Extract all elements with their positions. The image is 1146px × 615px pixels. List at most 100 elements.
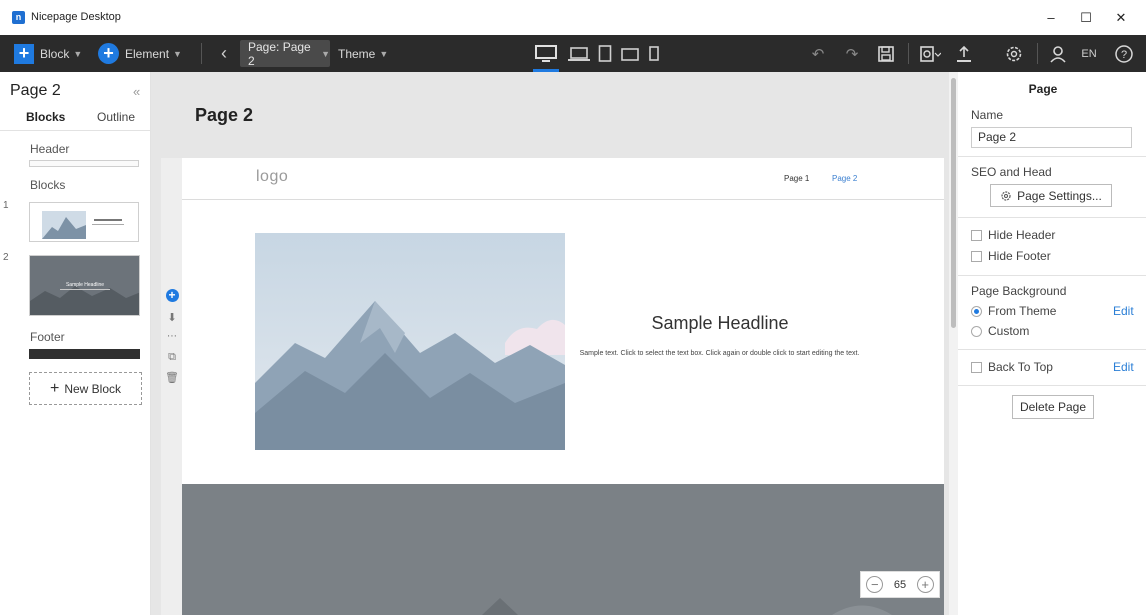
delete-page-button[interactable]: Delete Page [1012, 395, 1094, 419]
back-to-top-checkbox[interactable] [971, 362, 982, 373]
section-divider [958, 217, 1146, 218]
redo-icon[interactable]: ↷ [842, 41, 862, 66]
tablet-landscape-view-icon[interactable] [619, 41, 641, 66]
settings-gear-icon[interactable] [1003, 41, 1025, 66]
close-button[interactable]: ✕ [1110, 9, 1132, 27]
maximize-button[interactable]: ☐ [1075, 9, 1097, 27]
section-divider [958, 156, 1146, 157]
custom-background-radio[interactable] [971, 326, 982, 337]
block-number: 1 [3, 200, 9, 211]
page-name-field[interactable]: Page 2 [971, 127, 1132, 148]
from-theme-label: From Theme [988, 304, 1057, 318]
page-settings-label: Page Settings... [1017, 188, 1102, 203]
theme-menu[interactable]: Theme ▼ [338, 35, 388, 72]
add-block-button[interactable]: + Block ▼ [14, 35, 82, 72]
zoom-out-icon[interactable]: − [866, 576, 884, 593]
title-bar: n Nicepage Desktop – ☐ ✕ [0, 0, 1146, 35]
hero-mountain-image[interactable] [255, 233, 565, 450]
blocks-panel: Page 2 « Blocks Outline Header Blocks 1 … [0, 72, 151, 615]
nav-link-page-1[interactable]: Page 1 [784, 174, 809, 183]
page-settings-button[interactable]: Page Settings... [990, 184, 1112, 207]
add-block-icon: + [14, 43, 34, 64]
toolbar-divider [908, 43, 909, 64]
svg-text:?: ? [1121, 49, 1127, 61]
section-divider [958, 385, 1146, 386]
minimize-button[interactable]: – [1040, 9, 1062, 27]
chevron-down-icon: ▼ [321, 48, 330, 59]
move-down-icon[interactable]: ⬇ [163, 311, 181, 324]
page-preview[interactable]: logo Page 1 Page 2 Sample Headline Sampl… [182, 158, 944, 615]
section-divider [958, 349, 1146, 350]
site-header[interactable]: logo Page 1 Page 2 [182, 158, 944, 200]
background-edit-link[interactable]: Edit [1113, 304, 1134, 318]
tablet-view-icon[interactable] [597, 41, 613, 66]
back-arrow-icon[interactable]: ‹ [214, 41, 234, 66]
page-properties-panel: Page Name Page 2 SEO and Head Page Setti… [958, 72, 1146, 615]
add-element-label: Element [125, 46, 170, 61]
seo-head-label: SEO and Head [971, 165, 1052, 179]
scrollbar-thumb[interactable] [951, 78, 956, 328]
window-title: Nicepage Desktop [31, 11, 121, 23]
duplicate-icon[interactable]: ⧉ [163, 351, 181, 364]
block-1-thumbnail[interactable] [29, 202, 139, 242]
footer-section-label: Footer [30, 330, 65, 344]
save-icon[interactable] [876, 41, 896, 66]
add-element-icon: + [98, 43, 119, 64]
back-to-top-edit-link[interactable]: Edit [1113, 360, 1134, 374]
properties-title: Page [1028, 82, 1058, 96]
page-background-label: Page Background [971, 284, 1067, 298]
hero-headline[interactable]: Sample Headline [565, 313, 875, 334]
hide-header-checkbox[interactable] [971, 230, 982, 241]
publish-icon[interactable] [953, 41, 975, 66]
theme-menu-label: Theme [338, 46, 376, 61]
canvas-scrollbar[interactable] [949, 72, 958, 615]
zoom-in-icon[interactable]: + [916, 576, 934, 593]
chevron-down-icon: ▼ [173, 48, 182, 59]
block-number: 2 [3, 252, 9, 263]
blocks-section-label: Blocks [30, 178, 66, 192]
chevron-down-icon: ▼ [73, 48, 83, 59]
add-element-button[interactable]: + Element ▼ [98, 35, 182, 72]
hide-footer-checkbox[interactable] [971, 251, 982, 262]
custom-background-label: Custom [988, 324, 1030, 338]
footer-thumbnail[interactable] [29, 349, 140, 359]
block-2-thumb-headline: Sample Headline [66, 282, 104, 288]
canvas-page-title: Page 2 [195, 105, 254, 125]
hide-header-label: Hide Header [988, 228, 1056, 242]
new-block-label: New Block [64, 381, 122, 396]
zoom-control: − 65 + [860, 571, 940, 598]
preview-icon[interactable] [918, 41, 942, 66]
block-2-thumbnail[interactable]: Sample Headline [29, 255, 140, 316]
user-account-icon[interactable] [1047, 41, 1069, 66]
laptop-view-icon[interactable] [567, 41, 591, 66]
gear-icon [1001, 190, 1011, 201]
nav-link-page-2[interactable]: Page 2 [832, 174, 857, 183]
help-icon[interactable]: ? [1113, 41, 1135, 66]
tab-outline[interactable]: Outline [97, 110, 135, 124]
add-block-icon[interactable]: + [163, 289, 181, 302]
desktop-view-icon[interactable] [533, 41, 559, 66]
toolbar-divider [1037, 43, 1038, 64]
site-logo[interactable]: logo [256, 168, 288, 186]
new-block-button[interactable]: + New Block [29, 372, 142, 405]
panel-page-title: Page 2 [10, 82, 61, 99]
phone-view-icon[interactable] [647, 41, 661, 66]
undo-icon[interactable]: ↶ [808, 41, 828, 66]
toolbar-divider [201, 43, 202, 64]
name-label: Name [971, 108, 1004, 122]
add-block-label: Block [40, 46, 70, 61]
collapse-panel-icon[interactable]: « [133, 84, 140, 99]
hero-text[interactable]: Sample text. Click to select the text bo… [577, 348, 862, 359]
header-thumbnail[interactable] [29, 160, 139, 167]
dark-hero-block[interactable] [182, 484, 944, 615]
header-section-label: Header [30, 142, 70, 156]
language-selector[interactable]: EN [1078, 41, 1100, 66]
more-options-icon[interactable]: ⋯ [163, 331, 181, 342]
delete-trash-icon[interactable]: 🗑 [163, 371, 181, 384]
from-theme-radio[interactable] [971, 306, 982, 317]
page-selector[interactable]: Page: Page 2 ▼ [240, 40, 330, 68]
tab-blocks[interactable]: Blocks [26, 110, 65, 124]
editor-canvas[interactable]: Page 2 logo Page 1 Page 2 Sample Headlin… [151, 72, 949, 615]
nicepage-app: n Nicepage Desktop – ☐ ✕ + Block ▼ + Ele… [0, 0, 1146, 615]
main-toolbar: + Block ▼ + Element ▼ ‹ Page: Page 2 ▼ T… [0, 35, 1146, 72]
